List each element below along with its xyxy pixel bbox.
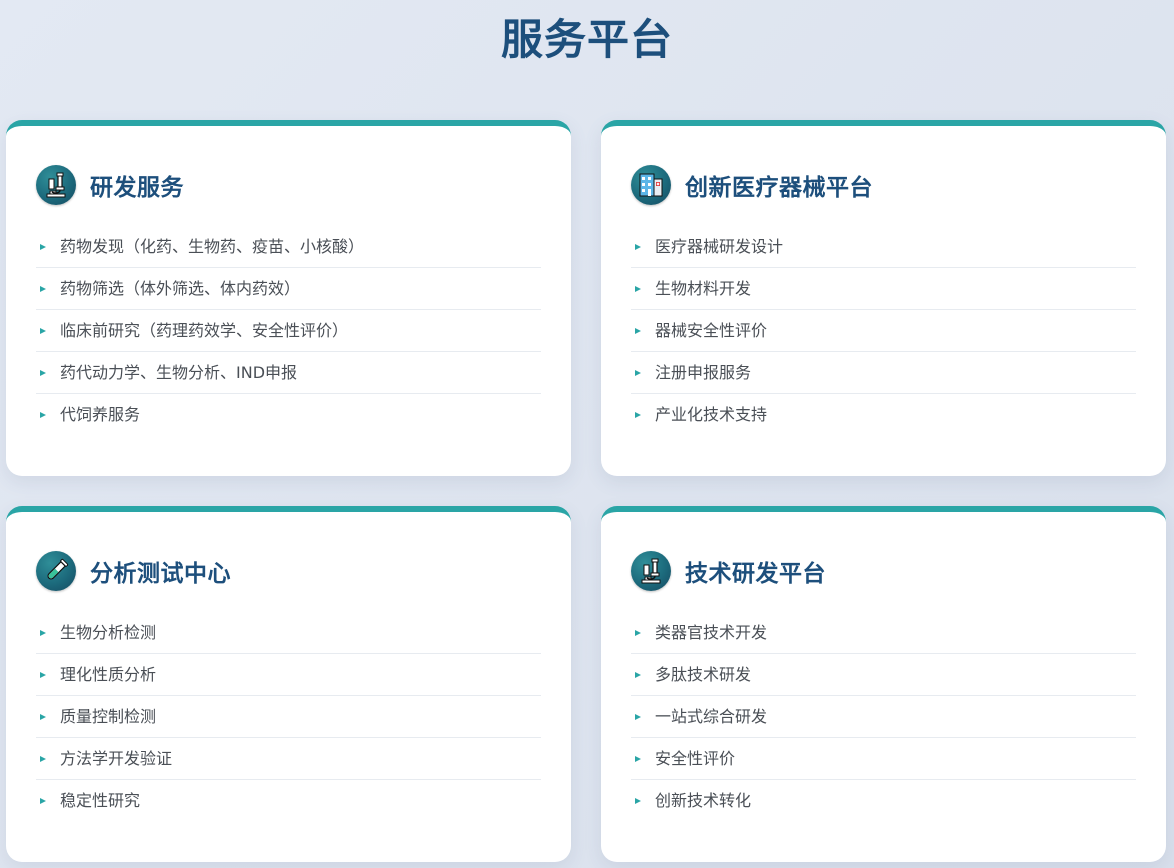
card-header: 创新医疗器械平台 xyxy=(631,164,873,206)
list-item[interactable]: 安全性评价 xyxy=(631,738,1136,780)
triangle-bullet-icon xyxy=(635,327,641,334)
triangle-bullet-icon xyxy=(40,713,46,720)
service-list: 类器官技术开发 多肽技术研发 一站式综合研发 安全性评价 创新技术转化 xyxy=(631,612,1136,822)
triangle-bullet-icon xyxy=(40,285,46,292)
triangle-bullet-icon xyxy=(635,713,641,720)
card-header: 研发服务 xyxy=(36,164,184,206)
service-card-tech-rd: 技术研发平台 类器官技术开发 多肽技术研发 一站式综合研发 安全性评价 创新技术… xyxy=(601,506,1166,862)
list-item[interactable]: 器械安全性评价 xyxy=(631,310,1136,352)
service-card-rd: 研发服务 药物发现（化药、生物药、疫苗、小核酸） 药物筛选（体外筛选、体内药效）… xyxy=(6,120,571,476)
triangle-bullet-icon xyxy=(40,412,46,418)
triangle-bullet-icon xyxy=(635,285,641,292)
card-title: 创新医疗器械平台 xyxy=(685,175,873,201)
triangle-bullet-icon xyxy=(40,327,46,334)
hospital-building-icon xyxy=(631,165,671,205)
triangle-bullet-icon xyxy=(635,369,641,376)
triangle-bullet-icon xyxy=(40,798,46,804)
list-item[interactable]: 医疗器械研发设计 xyxy=(631,226,1136,268)
triangle-bullet-icon xyxy=(40,243,46,250)
list-item[interactable]: 药物发现（化药、生物药、疫苗、小核酸） xyxy=(36,226,541,268)
list-item[interactable]: 类器官技术开发 xyxy=(631,612,1136,654)
list-item[interactable]: 多肽技术研发 xyxy=(631,654,1136,696)
triangle-bullet-icon xyxy=(635,629,641,636)
triangle-bullet-icon xyxy=(40,671,46,678)
list-item[interactable]: 药物筛选（体外筛选、体内药效） xyxy=(36,268,541,310)
card-title: 研发服务 xyxy=(90,175,184,201)
service-list: 生物分析检测 理化性质分析 质量控制检测 方法学开发验证 稳定性研究 xyxy=(36,612,541,822)
triangle-bullet-icon xyxy=(635,671,641,678)
list-item[interactable]: 方法学开发验证 xyxy=(36,738,541,780)
test-tube-icon xyxy=(36,551,76,591)
list-item[interactable]: 临床前研究（药理药效学、安全性评价） xyxy=(36,310,541,352)
triangle-bullet-icon xyxy=(635,243,641,250)
list-item[interactable]: 稳定性研究 xyxy=(36,780,541,822)
triangle-bullet-icon xyxy=(635,798,641,804)
microscope-icon xyxy=(36,165,76,205)
card-header: 技术研发平台 xyxy=(631,550,826,592)
page-title: 服务平台 xyxy=(500,15,673,64)
service-list: 药物发现（化药、生物药、疫苗、小核酸） 药物筛选（体外筛选、体内药效） 临床前研… xyxy=(36,226,541,436)
card-title: 分析测试中心 xyxy=(90,561,231,587)
triangle-bullet-icon xyxy=(40,755,46,762)
service-card-analysis: 分析测试中心 生物分析检测 理化性质分析 质量控制检测 方法学开发验证 稳定性研… xyxy=(6,506,571,862)
list-item[interactable]: 一站式综合研发 xyxy=(631,696,1136,738)
triangle-bullet-icon xyxy=(635,412,641,418)
triangle-bullet-icon xyxy=(40,369,46,376)
list-item[interactable]: 代饲养服务 xyxy=(36,394,541,436)
triangle-bullet-icon xyxy=(40,629,46,636)
list-item[interactable]: 生物材料开发 xyxy=(631,268,1136,310)
service-list: 医疗器械研发设计 生物材料开发 器械安全性评价 注册申报服务 产业化技术支持 xyxy=(631,226,1136,436)
service-card-medical-device: 创新医疗器械平台 医疗器械研发设计 生物材料开发 器械安全性评价 注册申报服务 … xyxy=(601,120,1166,476)
microscope-icon xyxy=(631,551,671,591)
triangle-bullet-icon xyxy=(635,755,641,762)
list-item[interactable]: 理化性质分析 xyxy=(36,654,541,696)
card-header: 分析测试中心 xyxy=(36,550,231,592)
card-title: 技术研发平台 xyxy=(685,561,826,587)
list-item[interactable]: 生物分析检测 xyxy=(36,612,541,654)
list-item[interactable]: 药代动力学、生物分析、IND申报 xyxy=(36,352,541,394)
list-item[interactable]: 注册申报服务 xyxy=(631,352,1136,394)
list-item[interactable]: 创新技术转化 xyxy=(631,780,1136,822)
list-item[interactable]: 质量控制检测 xyxy=(36,696,541,738)
list-item[interactable]: 产业化技术支持 xyxy=(631,394,1136,436)
